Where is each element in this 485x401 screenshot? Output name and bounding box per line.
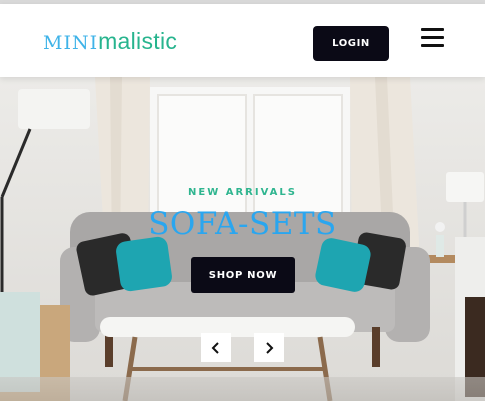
slider-next-button[interactable]	[254, 333, 284, 362]
slider-prev-button[interactable]	[201, 333, 231, 362]
chevron-right-icon	[266, 341, 274, 354]
hero-eyebrow: NEW ARRIVALS	[188, 187, 297, 198]
hero-slider: NEW ARRIVALS SOFA-SETS SHOP NOW	[0, 77, 485, 401]
hamburger-menu-icon[interactable]	[421, 28, 444, 48]
hero-title: SOFA-SETS	[148, 206, 337, 242]
chevron-left-icon	[211, 341, 219, 354]
site-header: MINImalistic LOGIN	[0, 4, 485, 77]
logo-mini-text: MINI	[43, 32, 99, 54]
site-logo[interactable]: MINImalistic	[43, 28, 177, 56]
login-button[interactable]: LOGIN	[313, 26, 389, 61]
logo-malistic-text: malistic	[98, 28, 178, 54]
shop-now-button[interactable]: SHOP NOW	[191, 257, 295, 293]
